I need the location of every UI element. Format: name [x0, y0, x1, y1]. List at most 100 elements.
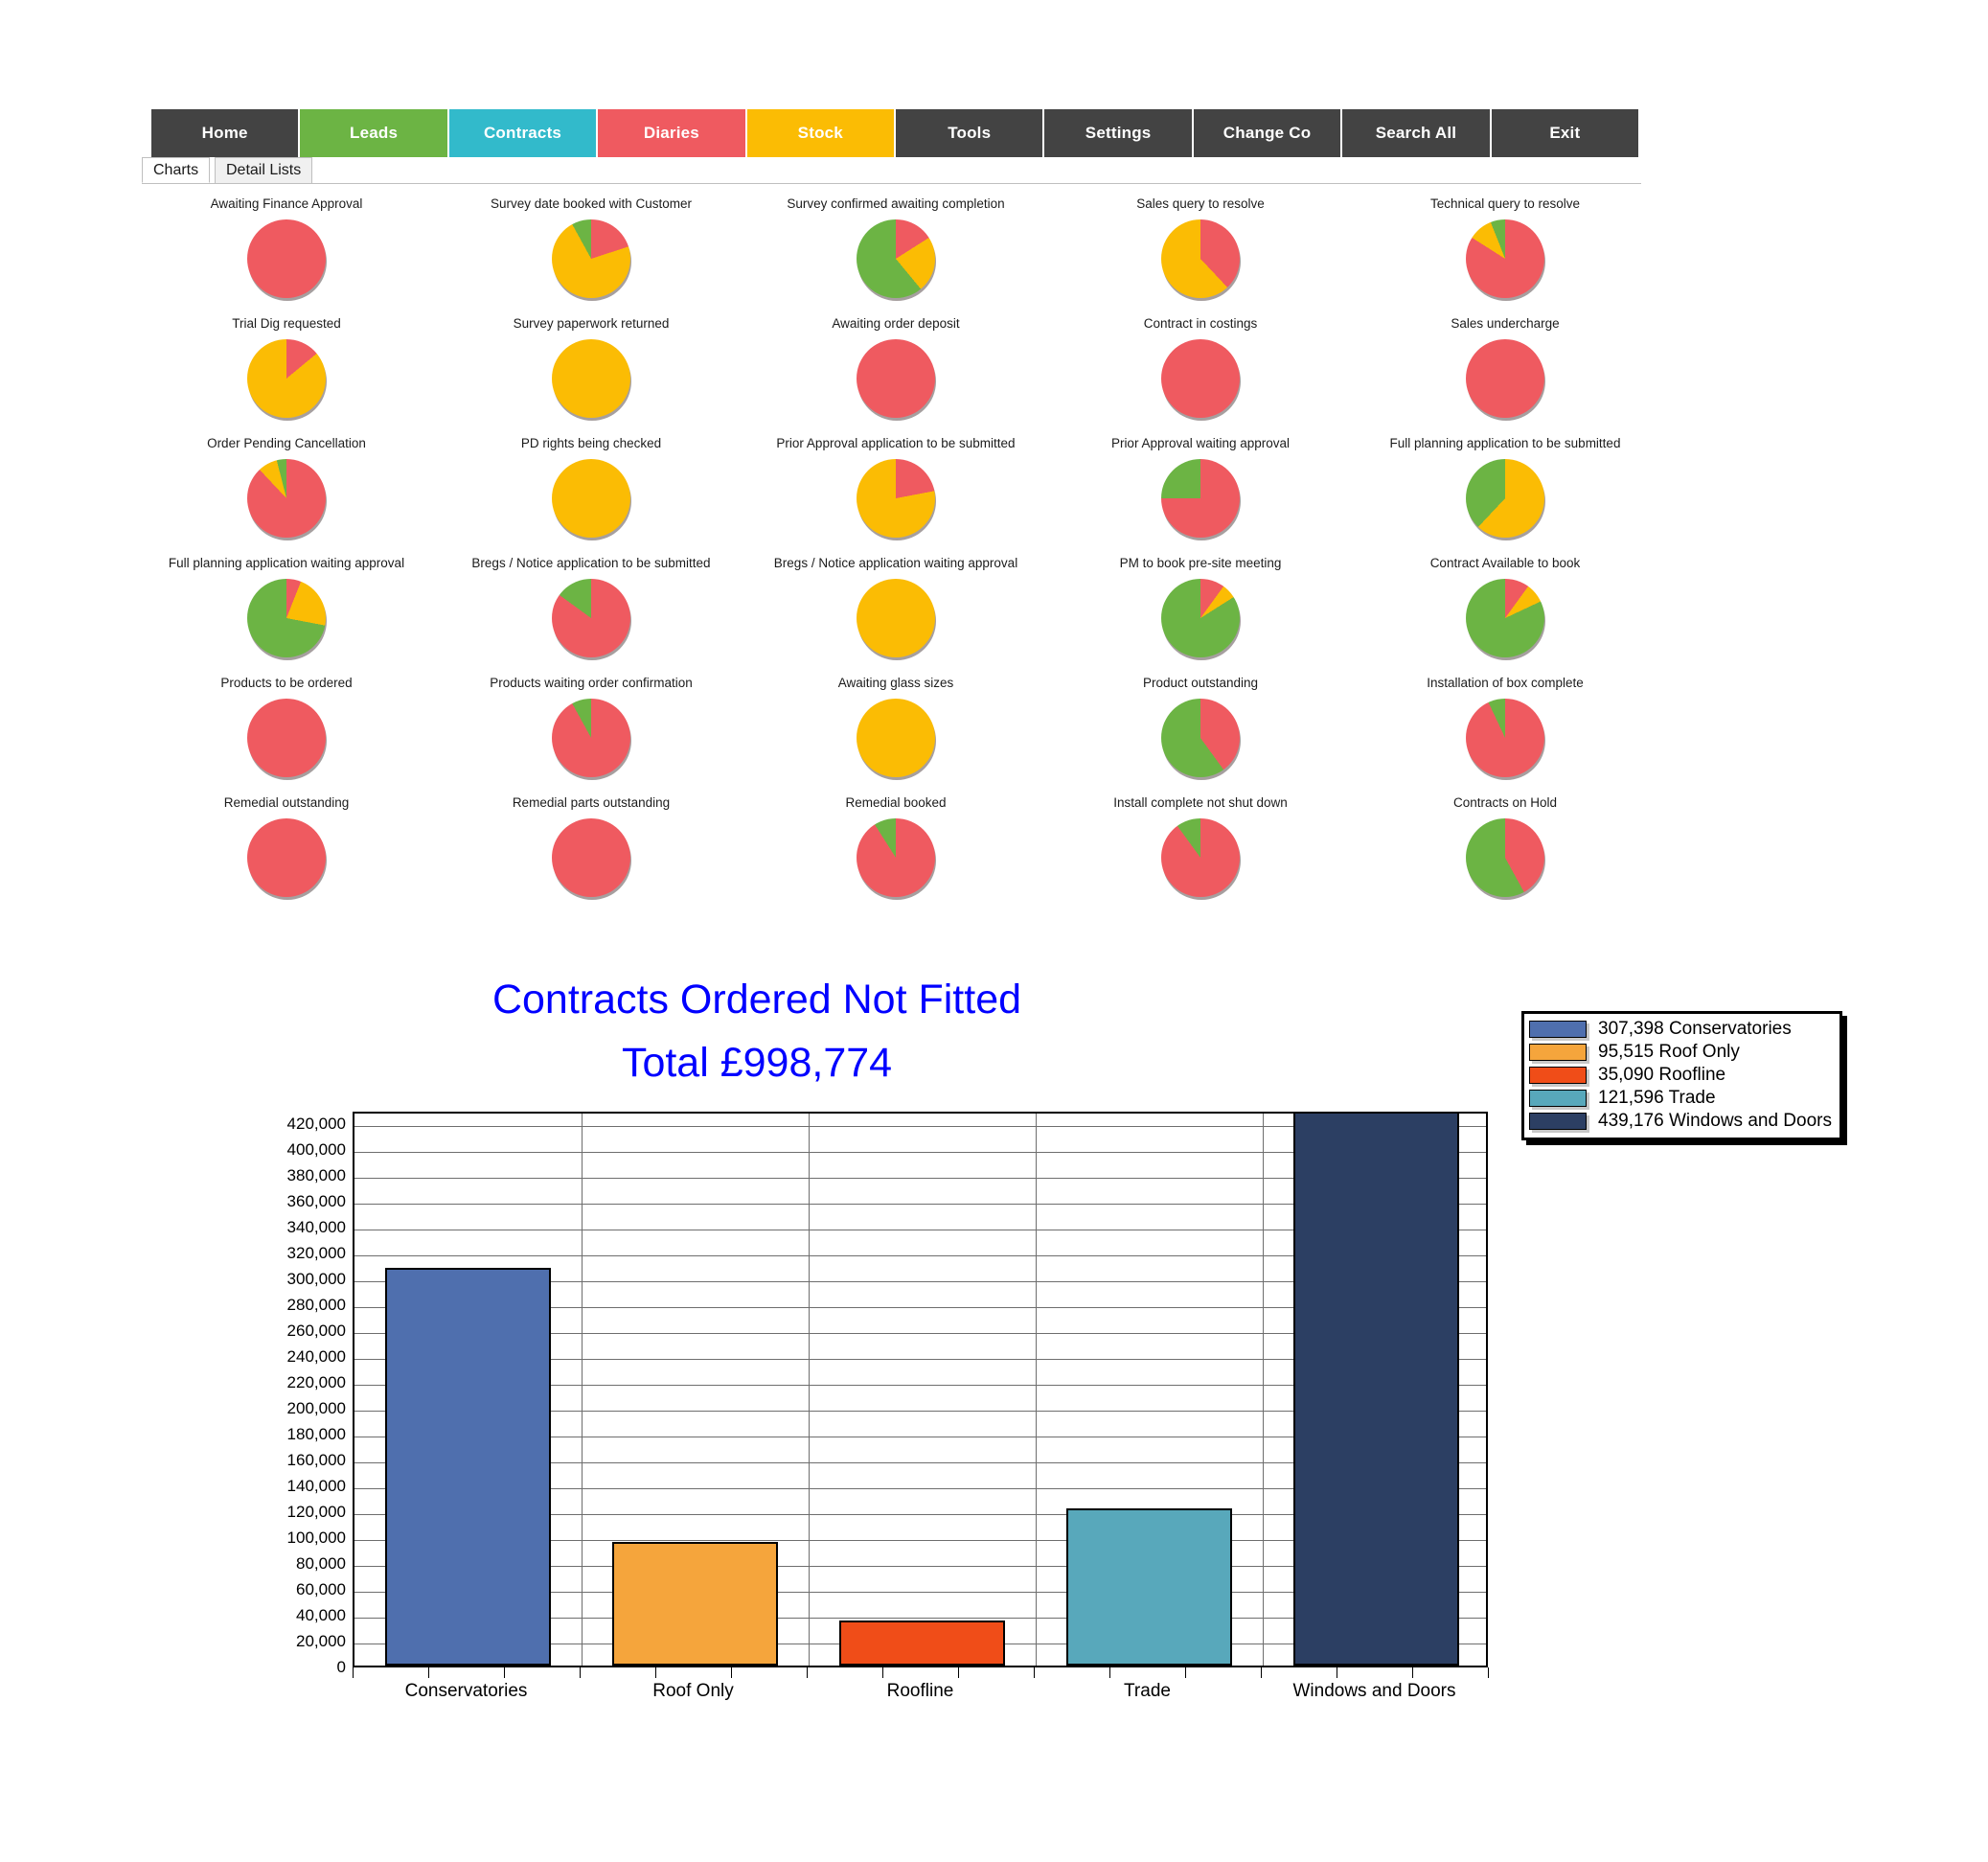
pie-chart-cell[interactable]: Contract in costings — [1048, 308, 1353, 427]
pie-chart-cell[interactable]: Full planning application waiting approv… — [134, 547, 439, 667]
pie-chart-graphic — [1161, 818, 1241, 900]
nav-button-leads[interactable]: Leads — [300, 109, 449, 157]
pie-chart-graphic — [552, 818, 631, 900]
tab-strip: Charts Detail Lists — [142, 157, 1641, 184]
pie-chart-slices — [1466, 339, 1544, 418]
pie-chart-cell[interactable]: Awaiting glass sizes — [743, 667, 1048, 787]
pie-chart-cell[interactable]: Contract Available to book — [1353, 547, 1657, 667]
y-axis-tick-label: 200,000 — [286, 1399, 346, 1418]
pie-chart-graphic — [1466, 219, 1545, 301]
pie-chart-label: Remedial outstanding — [223, 795, 350, 810]
pie-chart-cell[interactable]: Products to be ordered — [134, 667, 439, 787]
pie-chart-cell[interactable]: Contracts on Hold — [1353, 787, 1657, 907]
nav-button-exit[interactable]: Exit — [1491, 109, 1639, 157]
pie-chart-graphic — [552, 579, 631, 660]
tab-charts-label: Charts — [153, 161, 199, 178]
bar-trade[interactable] — [1065, 1508, 1232, 1666]
legend-color-swatch — [1529, 1021, 1587, 1038]
pie-chart-cell[interactable]: PD rights being checked — [439, 427, 743, 547]
vertical-gridline — [582, 1114, 583, 1666]
pie-chart-slices — [1466, 818, 1544, 897]
x-axis-tick — [1034, 1667, 1035, 1678]
nav-button-home[interactable]: Home — [151, 109, 301, 157]
nav-button-contracts[interactable]: Contracts — [448, 109, 599, 157]
nav-button-label: Change Co — [1223, 124, 1312, 142]
nav-button-label: Exit — [1549, 124, 1581, 142]
nav-button-stock[interactable]: Stock — [746, 109, 897, 157]
nav-button-tools[interactable]: Tools — [896, 109, 1045, 157]
pie-chart-cell[interactable]: Remedial parts outstanding — [439, 787, 743, 907]
pie-chart-cell[interactable]: Trial Dig requested — [134, 308, 439, 427]
nav-button-settings[interactable]: Settings — [1044, 109, 1194, 157]
pie-chart-cell[interactable]: Survey date booked with Customer — [439, 188, 743, 308]
pie-chart-label: Awaiting Finance Approval — [210, 196, 363, 211]
pie-chart-cell[interactable]: Remedial outstanding — [134, 787, 439, 907]
pie-chart-cell[interactable]: Survey paperwork returned — [439, 308, 743, 427]
legend-row: 121,596 Trade — [1529, 1087, 1832, 1110]
pie-chart-label: Sales query to resolve — [1136, 196, 1265, 211]
pie-chart-label: Technical query to resolve — [1429, 196, 1581, 211]
x-axis-tick-label: Trade — [1124, 1681, 1171, 1701]
x-axis-tick — [1261, 1667, 1262, 1678]
pie-chart-cell[interactable]: Sales query to resolve — [1048, 188, 1353, 308]
bar-conservatories[interactable] — [384, 1268, 551, 1666]
pie-chart-cell[interactable]: Full planning application to be submitte… — [1353, 427, 1657, 547]
x-axis-tick-label: Roofline — [886, 1681, 954, 1701]
pie-chart-label: Contract in costings — [1143, 316, 1258, 331]
pie-chart-cell[interactable]: Product outstanding — [1048, 667, 1353, 787]
pie-chart-label: Order Pending Cancellation — [207, 436, 366, 450]
tab-charts[interactable]: Charts — [142, 157, 211, 183]
y-axis-tick-label: 320,000 — [286, 1244, 346, 1263]
pie-chart-graphic — [857, 459, 936, 540]
nav-button-diaries[interactable]: Diaries — [598, 109, 747, 157]
pie-chart-label: Survey date booked with Customer — [490, 196, 693, 211]
pie-chart-cell[interactable]: Installation of box complete — [1353, 667, 1657, 787]
pie-chart-cell[interactable]: Install complete not shut down — [1048, 787, 1353, 907]
pie-chart-slices — [247, 579, 326, 657]
bar-roofline[interactable] — [838, 1620, 1005, 1666]
nav-button-label: Home — [201, 124, 248, 142]
pie-chart-label: Bregs / Notice application to be submitt… — [471, 556, 711, 570]
nav-button-label: Search All — [1375, 124, 1457, 142]
bar-roof-only[interactable] — [611, 1542, 778, 1666]
nav-button-change-co[interactable]: Change Co — [1193, 109, 1343, 157]
pie-chart-cell[interactable]: Prior Approval application to be submitt… — [743, 427, 1048, 547]
pie-chart-cell[interactable]: Sales undercharge — [1353, 308, 1657, 427]
bar-chart-plot: 0 20,000 40,000 60,000 80,000 100,000 120,000 1… — [268, 1112, 1499, 1701]
y-axis-tick-label: 100,000 — [286, 1529, 346, 1548]
pie-chart-label: Contract Available to book — [1429, 556, 1581, 570]
pie-chart-cell[interactable]: Order Pending Cancellation — [134, 427, 439, 547]
pie-chart-cell[interactable]: PM to book pre-site meeting — [1048, 547, 1353, 667]
y-axis-tick-label: 380,000 — [286, 1166, 346, 1185]
pie-chart-slices — [247, 219, 326, 298]
pie-chart-cell[interactable]: Products waiting order confirmation — [439, 667, 743, 787]
pie-chart-graphic — [1466, 459, 1545, 540]
pie-chart-graphic — [552, 699, 631, 780]
x-axis-tick — [428, 1667, 429, 1678]
y-axis-tick-label: 260,000 — [286, 1322, 346, 1341]
vertical-gridline — [809, 1114, 810, 1666]
pie-chart-cell[interactable]: Prior Approval waiting approval — [1048, 427, 1353, 547]
pie-chart-cell[interactable]: Bregs / Notice application to be submitt… — [439, 547, 743, 667]
tab-detail-lists[interactable]: Detail Lists — [215, 157, 313, 183]
pie-chart-slices — [247, 818, 326, 897]
nav-button-label: Settings — [1085, 124, 1152, 142]
pie-chart-slices — [1161, 459, 1240, 538]
pie-chart-cell[interactable]: Bregs / Notice application waiting appro… — [743, 547, 1048, 667]
pie-chart-cell[interactable]: Awaiting Finance Approval — [134, 188, 439, 308]
pie-chart-label: Full planning application to be submitte… — [1389, 436, 1621, 450]
legend-color-swatch — [1529, 1067, 1587, 1084]
pie-chart-slices — [857, 818, 935, 897]
pie-chart-graphic — [247, 818, 327, 900]
tab-detail-lists-label: Detail Lists — [226, 162, 302, 178]
bar-windows-and-doors[interactable] — [1292, 1114, 1459, 1666]
x-axis-tick-labels: Conservatories Roof Only Roofline Trade Wind… — [353, 1681, 1488, 1710]
pie-chart-cell[interactable]: Survey confirmed awaiting completion — [743, 188, 1048, 308]
nav-button-label: Tools — [948, 124, 992, 142]
y-axis-tick-label: 280,000 — [286, 1296, 346, 1315]
pie-chart-cell[interactable]: Technical query to resolve — [1353, 188, 1657, 308]
nav-button-search-all[interactable]: Search All — [1342, 109, 1492, 157]
y-axis-tick-label: 340,000 — [286, 1218, 346, 1237]
pie-chart-cell[interactable]: Awaiting order deposit — [743, 308, 1048, 427]
pie-chart-cell[interactable]: Remedial booked — [743, 787, 1048, 907]
